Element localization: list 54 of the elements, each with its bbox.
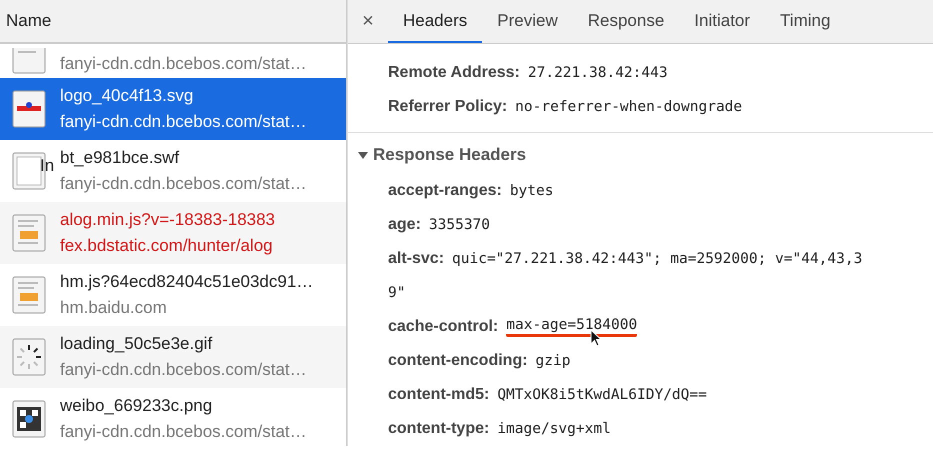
header-name: Referrer Policy: [388, 98, 508, 116]
js-file-icon [12, 214, 46, 252]
file-name: logo_40c4f13.svg [60, 86, 194, 106]
tab[interactable]: Initiator [679, 0, 766, 43]
header-value: quic="27.221.38.42:443"; ma=2592000; v="44,43,3 [452, 251, 862, 267]
file-domain: hm.baidu.com [60, 298, 168, 318]
header-value: bytes [510, 183, 554, 199]
header-value: image/svg+xml [497, 421, 611, 437]
header-name: cache-control: [388, 318, 498, 336]
column-header[interactable]: Name [0, 0, 346, 44]
header-value-continuation: 9" [388, 285, 406, 301]
file-name: hm.js?64ecd82404c51e03dc91… [60, 272, 314, 292]
spinner-icon [12, 338, 46, 376]
header-value: max-age=5184000 [506, 317, 638, 337]
qr-code-icon [12, 400, 46, 438]
file-name: bt_e981bce.swf [60, 148, 180, 168]
header-name: accept-ranges: [388, 182, 502, 200]
header-value: 3355370 [428, 217, 490, 233]
request-row[interactable]: loading_50c5e3e.gif fanyi-cdn.cdn.bcebos.com/stat… [0, 326, 346, 388]
request-row[interactable]: hm.js?64ecd82404c51e03dc91… hm.baidu.com [0, 264, 346, 326]
header-value: no-referrer-when-downgrade [515, 99, 742, 115]
file-name: alog.min.js?v=-18383-18383 [60, 210, 276, 230]
request-row[interactable]: logo_40c4f13.svg fanyi-cdn.cdn.bcebos.com/stat… [0, 78, 346, 140]
file-domain: fanyi-cdn.cdn.bcebos.com/stat… [60, 112, 307, 132]
header-name: content-type: [388, 420, 490, 438]
header-name: content-encoding: [388, 352, 528, 370]
close-icon[interactable]: × [348, 0, 388, 43]
file-domain: fanyi-cdn.cdn.bcebos.com/stat… [60, 422, 307, 442]
header-name: alt-svc: [388, 250, 444, 268]
header-value: QMTxOK8i5tKwdAL6IDY/dQ== [497, 387, 707, 403]
header-value: gzip [536, 353, 570, 369]
tab[interactable]: Preview [482, 0, 573, 43]
file-domain: fanyi-cdn.cdn.bcebos.com/stat… [60, 174, 307, 194]
js-file-icon [12, 276, 46, 314]
header-value: 27.221.38.42:443 [528, 65, 668, 81]
header-name: content-md5: [388, 386, 490, 404]
file-domain: fanyi-cdn.cdn.bcebos.com/stat… [60, 54, 307, 74]
logo-file-icon [12, 90, 46, 128]
request-row[interactable]: bt_e981bce.swf fanyi-cdn.cdn.bcebos.com/stat… In [0, 140, 346, 202]
header-name: Remote Address: [388, 64, 520, 82]
file-domain: fex.bdstatic.com/hunter/alog [60, 236, 274, 256]
request-row[interactable]: fanyi-cdn.cdn.bcebos.com/stat… [0, 44, 346, 78]
tab[interactable]: Response [572, 0, 680, 43]
file-domain: fanyi-cdn.cdn.bcebos.com/stat… [60, 360, 307, 380]
file-name: weibo_669233c.png [60, 396, 214, 416]
header-name: age: [388, 216, 421, 234]
file-name: loading_50c5e3e.gif [60, 334, 214, 354]
request-row[interactable]: weibo_669233c.png fanyi-cdn.cdn.bcebos.com/stat… [0, 388, 346, 446]
tab[interactable]: Headers [388, 0, 482, 43]
request-row[interactable]: alog.min.js?v=-18383-18383 fex.bdstatic.com/hunter/alog [0, 202, 346, 264]
expanded-triangle-icon[interactable] [358, 150, 368, 160]
section-title[interactable]: Response Headers [373, 144, 526, 164]
overlay-text: In [40, 156, 54, 176]
tab[interactable]: Timing [765, 0, 846, 43]
